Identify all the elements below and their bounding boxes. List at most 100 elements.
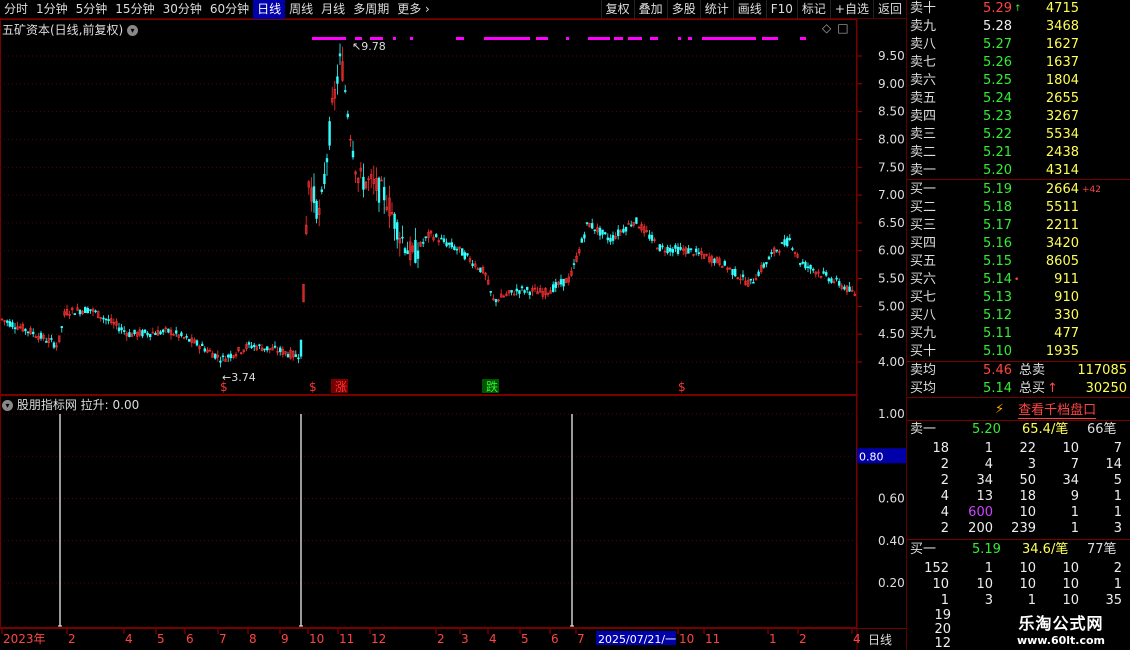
- candle-body: [450, 242, 453, 248]
- buy-order-row[interactable]: 买一 5.19 2664 +42: [907, 181, 1130, 199]
- queue-cell: 1: [1113, 505, 1122, 520]
- sell-order-row[interactable]: 卖四 5.23 3267: [907, 108, 1130, 126]
- date-tick-label: 4: [125, 632, 133, 646]
- candle-body: [666, 246, 669, 254]
- candle-body: [107, 319, 110, 322]
- queue-label: 卖一: [910, 422, 937, 437]
- candle-body: [622, 228, 625, 233]
- queue-cell: 10: [1062, 561, 1079, 576]
- order-volume: 911: [1054, 272, 1079, 287]
- total-label: 总卖: [1019, 363, 1046, 378]
- candle-body: [809, 264, 812, 270]
- queue-cell: 3: [984, 593, 993, 608]
- sell-order-row[interactable]: 卖八 5.27 1627: [907, 36, 1130, 54]
- queue-cell: 4: [940, 505, 949, 520]
- indicator-title-text: 股朋指标网 拉升: 0.00: [16, 398, 140, 412]
- sell-order-row[interactable]: 卖七 5.26 1637: [907, 54, 1130, 72]
- order-price: 5.21: [983, 145, 1012, 160]
- avg-label: 卖均: [910, 363, 937, 378]
- candle-body: [689, 248, 693, 250]
- date-tick-label: 4: [489, 632, 497, 646]
- chevron-down-icon[interactable]: ▾: [127, 25, 139, 36]
- candle-body: [723, 261, 727, 266]
- sell-order-row[interactable]: 卖五 5.24 2655: [907, 90, 1130, 108]
- candle-body: [650, 235, 654, 241]
- chevron-down-icon[interactable]: ▾: [2, 400, 13, 411]
- candle-body: [559, 279, 563, 285]
- buy-order-row[interactable]: 买二 5.18 5511: [907, 199, 1130, 217]
- indicator-title[interactable]: ▾ 股朋指标网 拉升: 0.00: [2, 396, 139, 413]
- signal-label-4: $: [678, 380, 686, 394]
- buy-order-row[interactable]: 买六 5.14 911 •: [907, 271, 1130, 289]
- price-tick-label: 8.50: [878, 105, 905, 119]
- order-book-divider: [907, 179, 1130, 180]
- signal-strip-segment: [588, 37, 610, 40]
- order-volume: 5534: [1045, 127, 1079, 142]
- queue-row: 10 10 10 10 1: [907, 577, 1130, 593]
- square-icon[interactable]: □: [837, 21, 848, 35]
- candle-body: [601, 229, 604, 235]
- order-mark: ↑: [1014, 4, 1022, 14]
- sell-order-row[interactable]: 卖一 5.20 4314: [907, 162, 1130, 180]
- date-tick-label: 7: [577, 632, 585, 646]
- buy-order-row[interactable]: 买七 5.13 910: [907, 289, 1130, 307]
- candle-body: [143, 329, 147, 333]
- candle-body: [528, 291, 532, 296]
- candle-body: [315, 200, 318, 219]
- queue-cell: 5: [1113, 473, 1122, 488]
- order-volume: 477: [1054, 326, 1079, 341]
- buy-order-row[interactable]: 买四 5.16 3420: [907, 235, 1130, 253]
- candle-body: [219, 360, 222, 363]
- candle-body: [265, 346, 269, 351]
- buy-order-row[interactable]: 买八 5.12 330: [907, 307, 1130, 325]
- order-volume: 4715: [1045, 1, 1079, 16]
- candle-body: [154, 332, 157, 336]
- queue-cell: 9: [1070, 489, 1079, 504]
- candle-body: [159, 331, 162, 335]
- chart-title[interactable]: 五矿资本(日线,前复权) ▾: [2, 21, 139, 38]
- order-price: 5.26: [983, 55, 1012, 70]
- candle-body: [830, 278, 833, 283]
- queue-cell: 10: [976, 577, 993, 592]
- candle-body: [767, 256, 771, 260]
- sell-order-row[interactable]: 卖三 5.22 5534: [907, 126, 1130, 144]
- candle-body: [525, 286, 529, 290]
- order-label: 买七: [910, 290, 937, 305]
- candle-body: [253, 344, 256, 347]
- buy-order-row[interactable]: 买三 5.17 2211: [907, 217, 1130, 235]
- candle-body: [798, 263, 802, 265]
- candle-body: [86, 308, 90, 314]
- order-price: 5.20: [983, 163, 1012, 178]
- candle-body: [133, 329, 136, 335]
- candle-body: [44, 341, 48, 343]
- date-tick-label: 6: [551, 632, 559, 646]
- candle-body: [434, 234, 438, 238]
- queue-cell: 35: [1105, 593, 1122, 608]
- depth-link[interactable]: 查看千档盘口: [1018, 399, 1097, 419]
- buy-order-row[interactable]: 买九 5.11 477: [907, 325, 1130, 343]
- kline-chart[interactable]: 9.50 9.00 8.50 8.00 7.50 7.00 6.50 6.00 5.50 5.00…: [0, 0, 906, 650]
- candle-body: [471, 263, 474, 267]
- candle-body: [338, 53, 342, 57]
- sell-order-row[interactable]: 卖二 5.21 2438: [907, 144, 1130, 162]
- queue-cell: 4: [940, 489, 949, 504]
- date-tick-label: 3: [461, 632, 469, 646]
- order-volume: 1627: [1045, 37, 1079, 52]
- depth-link-row[interactable]: ⚡ 查看千档盘口: [907, 398, 1130, 420]
- buy-order-row[interactable]: 买五 5.15 8605: [907, 253, 1130, 271]
- sell-order-row[interactable]: 卖十 5.29 4715 ↑: [907, 0, 1130, 18]
- sell-order-row[interactable]: 卖九 5.28 3468: [907, 18, 1130, 36]
- date-tick-label: 2: [437, 632, 445, 646]
- price-tick-label: 5.50: [878, 272, 905, 286]
- sell-order-row[interactable]: 卖六 5.25 1804: [907, 72, 1130, 90]
- diamond-icon[interactable]: ◇: [822, 21, 831, 35]
- queue-cell: 152: [924, 561, 949, 576]
- candle-body: [442, 238, 446, 243]
- date-tick-label: 1: [769, 632, 777, 646]
- candle-body: [697, 252, 701, 255]
- candle-body: [146, 332, 149, 336]
- order-label: 买八: [910, 308, 937, 323]
- buy-order-row[interactable]: 买十 5.10 1935: [907, 343, 1130, 361]
- candle-body: [406, 250, 409, 255]
- candle-body: [214, 353, 217, 359]
